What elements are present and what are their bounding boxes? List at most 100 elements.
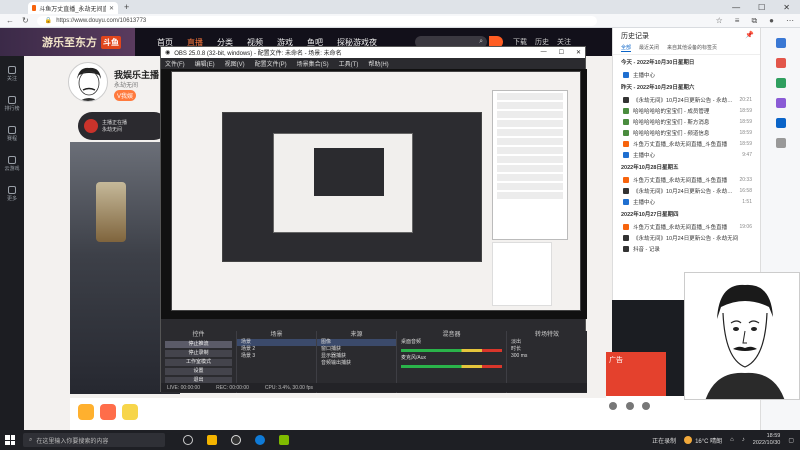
site-favicon-icon: [623, 187, 629, 194]
file-explorer-icon[interactable]: [207, 435, 217, 445]
history-item[interactable]: 斗鱼万丈直播_永劫无间直播_斗鱼直播 20:33: [613, 174, 760, 185]
ad-banner[interactable]: 广告: [606, 352, 666, 396]
new-tab-button[interactable]: +: [124, 2, 129, 12]
duration-input[interactable]: 300 ms: [507, 353, 587, 360]
close-window-button[interactable]: ✕: [783, 3, 790, 12]
sidebar-item-cloud-game[interactable]: 云游戏: [4, 156, 20, 172]
obs-taskbar-icon[interactable]: [231, 435, 241, 445]
source-item[interactable]: 音频输出捕获: [317, 360, 396, 367]
games-icon[interactable]: [775, 98, 786, 108]
favorites-icon[interactable]: ≡: [735, 16, 740, 26]
gift-icon[interactable]: [100, 404, 116, 420]
menu-view[interactable]: 视图(V): [225, 59, 245, 68]
history-title: 历史记录: [621, 33, 649, 40]
clock[interactable]: 18:59 2022/10/30: [753, 433, 781, 447]
source-item[interactable]: 显示器捕获: [317, 353, 396, 360]
history-item[interactable]: 斗鱼万丈直播_永劫无间直播_斗鱼直播 19:06: [613, 221, 760, 232]
douyu-logo[interactable]: 游乐至东方 斗鱼: [0, 28, 135, 56]
collections-icon[interactable]: ⧉: [751, 16, 757, 26]
app-icon[interactable]: [279, 435, 289, 445]
history-date-header[interactable]: 2022年10月28日星期五: [613, 160, 760, 174]
scene-item[interactable]: 场景 2: [237, 346, 316, 353]
scene-item[interactable]: 场景 3: [237, 353, 316, 360]
sidebar-item-label: 更多: [6, 196, 17, 202]
settings-icon[interactable]: [609, 402, 617, 410]
browser-tab[interactable]: 斗鱼万丈直播_永劫无间直播_永劫... ✕: [28, 2, 118, 14]
history-item[interactable]: 哈哈哈哈哈的宝宝们 - 斯方消息 18:59: [613, 116, 760, 127]
anchor-status-pill[interactable]: 主播正在播 永劫无间: [78, 112, 168, 140]
add-icon[interactable]: [775, 138, 786, 148]
tab-recently-closed[interactable]: 最近关闭: [639, 44, 659, 52]
history-date-header[interactable]: 今天 - 2022年10月30日星期日: [613, 55, 760, 69]
history-item[interactable]: 《永劫无间》10月24日更新公告 - 永劫无间: [613, 232, 760, 243]
notification-icon[interactable]: ▢: [788, 437, 794, 444]
weather-widget[interactable]: 16°C 晴朗: [684, 436, 722, 445]
network-icon[interactable]: ⌂: [730, 437, 734, 443]
history-item[interactable]: 主播中心 9:47: [613, 149, 760, 160]
tab-other-devices[interactable]: 来自其他设备的标签页: [667, 44, 717, 52]
obs-maximize-button[interactable]: ☐: [559, 49, 564, 56]
share-icon[interactable]: [625, 402, 634, 410]
avatar[interactable]: [68, 62, 108, 102]
star-icon[interactable]: ☆: [716, 16, 723, 26]
settings-button[interactable]: 设置: [165, 368, 232, 375]
obs-preview[interactable]: [161, 69, 587, 319]
taskbar-search-input[interactable]: ⌕ 在这里输入你要搜索的内容: [23, 433, 165, 447]
history-list: 今天 - 2022年10月30日星期日 主播中心 昨天 - 2022年10月29日星…: [613, 55, 760, 254]
transition-select[interactable]: 淡出: [507, 339, 587, 346]
pin-icon[interactable]: 📌: [745, 31, 754, 39]
refresh-icon[interactable]: ↻: [22, 16, 29, 25]
back-icon[interactable]: ←: [6, 16, 14, 25]
tools-icon[interactable]: [775, 78, 786, 88]
more-icon[interactable]: ⋯: [786, 16, 794, 26]
gift-icon[interactable]: [78, 404, 94, 420]
history-item[interactable]: 哈哈哈哈哈的宝宝们 - 频道信息 18:59: [613, 127, 760, 138]
history-item[interactable]: 斗鱼万丈直播_永劫无间直播_斗鱼直播 18:59: [613, 138, 760, 149]
gift-icon[interactable]: [122, 404, 138, 420]
history-item[interactable]: 《永劫无间》10月24日更新公告 - 永劫无间 16:58: [613, 185, 760, 196]
scene-item[interactable]: 场景: [237, 339, 316, 346]
obs-window[interactable]: ◉ OBS 25.0.8 (32-bit, windows) - 配置文件: 未…: [160, 46, 587, 393]
sidebar-item-rank[interactable]: 排行榜: [4, 96, 20, 112]
tab-all[interactable]: 全部: [621, 44, 632, 52]
history-item[interactable]: 主播中心: [613, 69, 760, 80]
sidebar-item-schedule[interactable]: 赛程: [7, 126, 17, 142]
category-label[interactable]: 永劫无间: [114, 80, 138, 89]
search-icon[interactable]: ⌕: [479, 38, 483, 46]
office-icon[interactable]: [775, 118, 786, 128]
history-item[interactable]: 主播中心 1:51: [613, 196, 760, 207]
search-icon[interactable]: [775, 38, 786, 48]
sidebar-item-follow[interactable]: 关注: [7, 66, 17, 82]
history-date-header[interactable]: 2022年10月27日星期四: [613, 207, 760, 221]
studio-mode-button[interactable]: 工作室模式: [165, 359, 232, 366]
profile-icon[interactable]: ●: [769, 16, 774, 26]
history-item[interactable]: 抖音 - 记录: [613, 243, 760, 254]
history-item[interactable]: 《永劫无间》10月24日更新公告 - 永劫无间 20:21: [613, 94, 760, 105]
edge-icon[interactable]: [255, 435, 265, 445]
maximize-button[interactable]: ☐: [758, 3, 765, 12]
stop-streaming-button[interactable]: 停止推流: [165, 341, 232, 348]
history-item[interactable]: 哈哈哈哈哈的宝宝们 - 成员管理 18:59: [613, 105, 760, 116]
menu-edit[interactable]: 编辑(E): [195, 59, 215, 68]
volume-icon[interactable]: ♪: [742, 437, 745, 443]
report-icon[interactable]: [642, 402, 651, 410]
close-tab-icon[interactable]: ✕: [109, 5, 114, 12]
menu-profile[interactable]: 配置文件(P): [255, 59, 287, 68]
minimize-button[interactable]: —: [732, 3, 740, 12]
windows-start-icon[interactable]: [5, 435, 15, 445]
obs-minimize-button[interactable]: —: [541, 49, 547, 56]
obs-close-button[interactable]: ✕: [576, 49, 581, 56]
taskbar: ⌕ 在这里输入你要搜索的内容 正在录制 16°C 晴朗 ⌂ ♪ 18:59 20…: [0, 430, 800, 450]
task-view-icon[interactable]: [183, 435, 193, 445]
sidebar-item-more[interactable]: 更多: [7, 186, 17, 202]
source-item[interactable]: 图像: [317, 339, 396, 346]
menu-tools[interactable]: 工具(T): [339, 59, 359, 68]
history-date-header[interactable]: 昨天 - 2022年10月29日星期六: [613, 80, 760, 94]
stop-recording-button[interactable]: 停止录制: [165, 350, 232, 357]
menu-help[interactable]: 帮助(H): [368, 59, 388, 68]
source-item[interactable]: 窗口捕获: [317, 346, 396, 353]
menu-scene-collection[interactable]: 场景集合(S): [297, 59, 329, 68]
url-field[interactable]: 🔒 https://www.douyu.com/10613773: [36, 15, 597, 26]
menu-file[interactable]: 文件(F): [165, 59, 185, 68]
shopping-icon[interactable]: [775, 58, 786, 68]
